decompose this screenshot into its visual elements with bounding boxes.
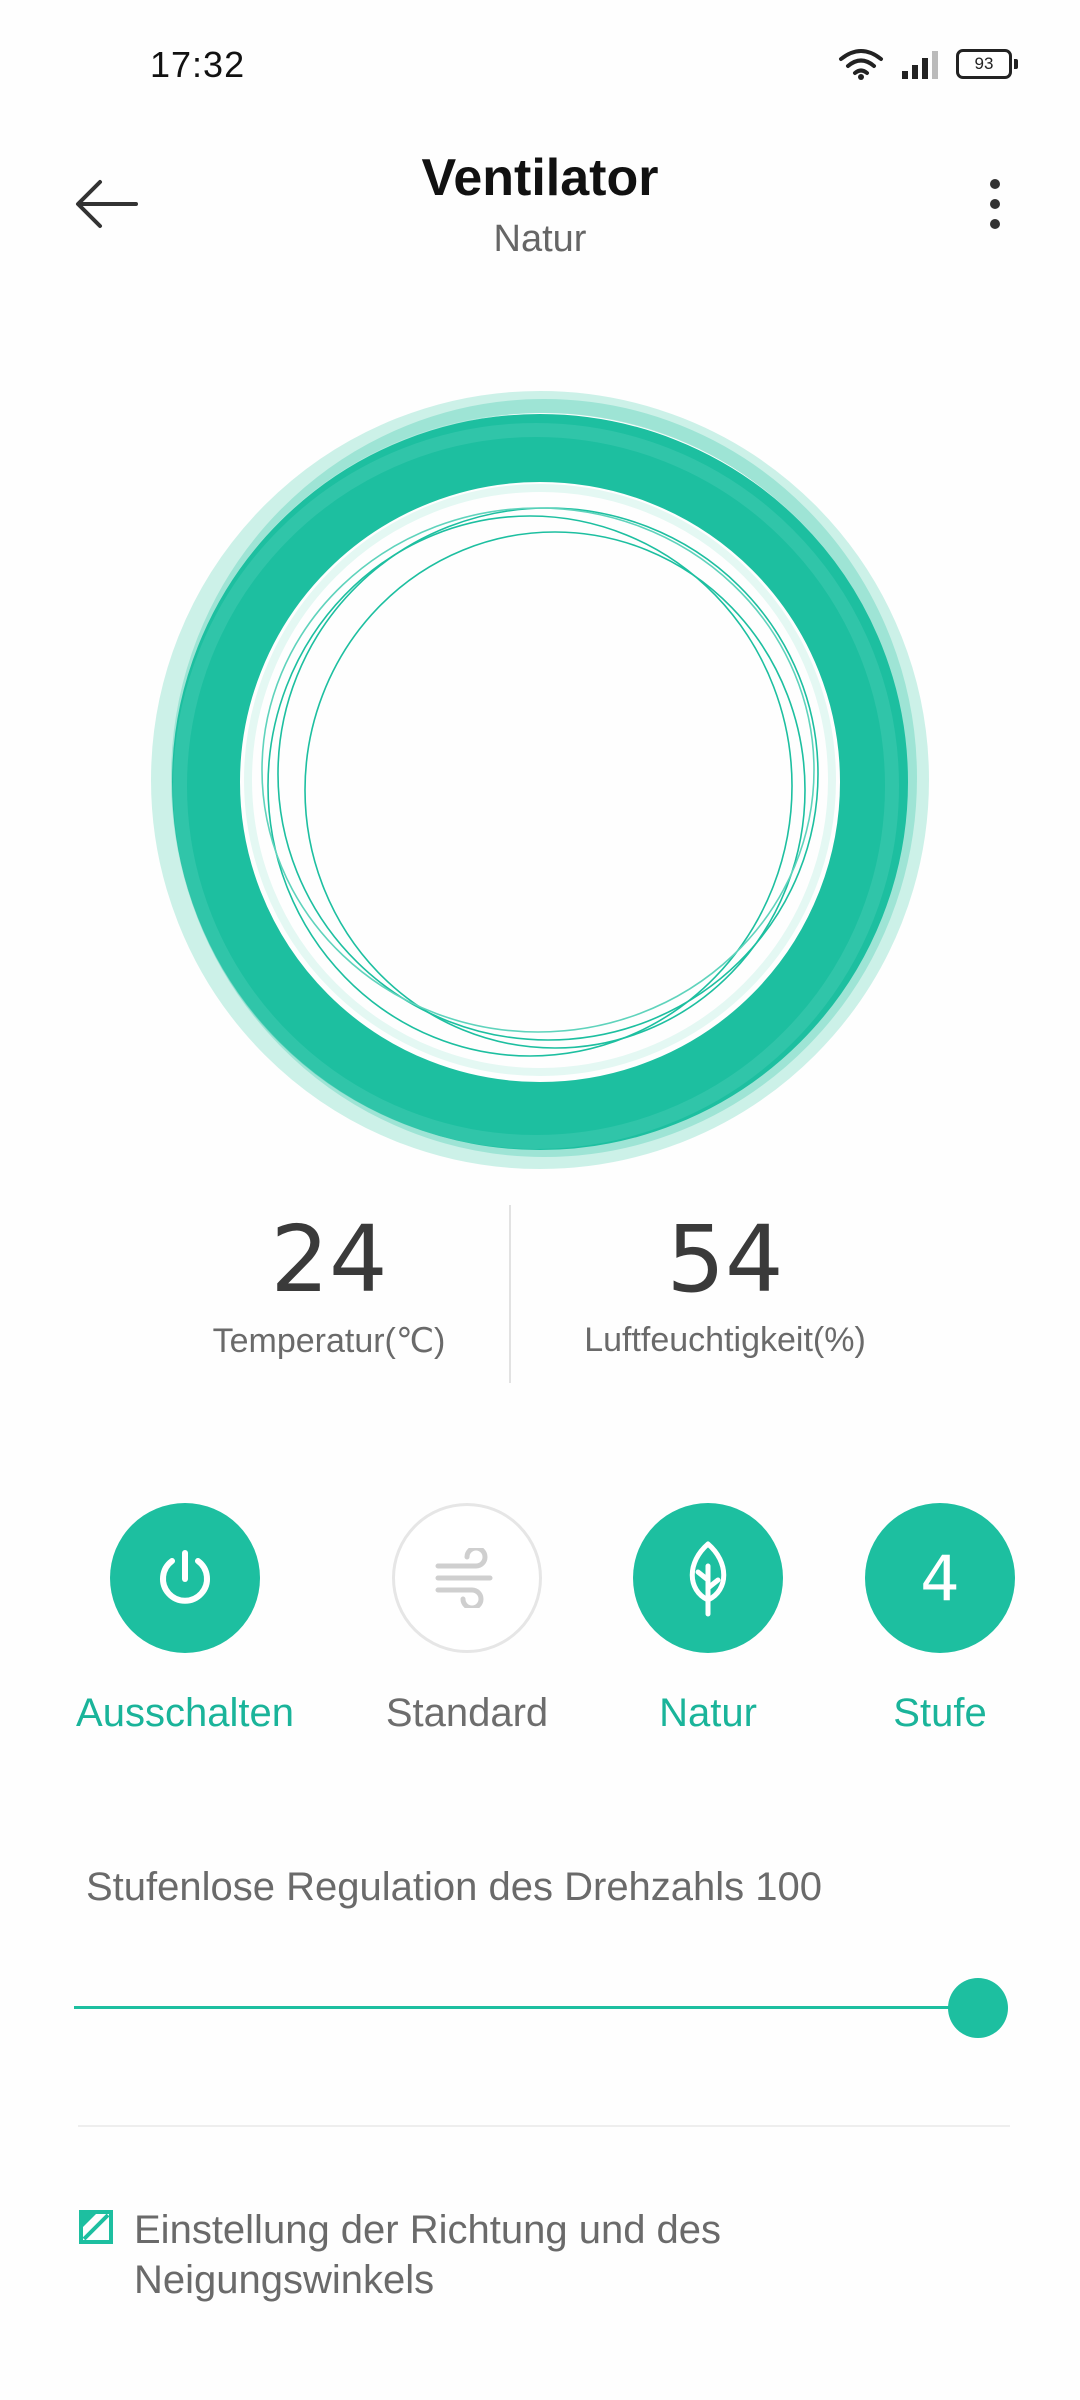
mode-label-standard: Standard: [385, 1691, 549, 1735]
section-divider: [78, 2125, 1010, 2127]
mode-standard[interactable]: Standard: [337, 1503, 597, 1736]
leaf-icon: [689, 1541, 727, 1617]
power-icon: [160, 1550, 210, 1604]
fan-control-screen: 17:32 93 Ventilator Natur 24 Temperatur(…: [0, 0, 1080, 2400]
battery-level: 93: [974, 54, 994, 73]
mode-natur[interactable]: Natur: [578, 1503, 838, 1736]
wifi-icon: [839, 49, 883, 80]
mode-label-natur: Natur: [659, 1691, 757, 1735]
battery-icon: 93: [956, 49, 1018, 79]
mode-stufe[interactable]: 4 Stufe: [810, 1503, 1070, 1736]
status-time: 17:32: [150, 44, 246, 85]
mode-label-ausschalten: Ausschalten: [76, 1691, 294, 1735]
direction-angle-icon: [79, 2210, 113, 2244]
page-title: Ventilator: [421, 149, 659, 207]
slider-fill: [74, 2006, 978, 2009]
temperature-value: 24: [270, 1206, 388, 1313]
speed-slider-label: Stufenlose Regulation des Drehzahls 100: [86, 1865, 823, 1909]
more-options-button[interactable]: [970, 172, 1020, 236]
slider-thumb[interactable]: [948, 1978, 1008, 2038]
readings-divider: [509, 1205, 511, 1383]
status-icons: 93: [838, 48, 1018, 80]
page-subtitle: Natur: [493, 218, 587, 260]
humidity-value: 54: [666, 1206, 784, 1313]
more-vertical-icon: [990, 179, 1000, 229]
humidity-label: Luftfeuchtigkeit(%): [584, 1321, 866, 1359]
speed-slider[interactable]: [74, 1978, 1008, 2038]
power-button[interactable]: [110, 1503, 260, 1653]
cellular-signal-icon: [902, 51, 938, 79]
mode-label-stufe: Stufe: [893, 1691, 987, 1735]
wind-icon: [435, 1548, 493, 1608]
natur-button[interactable]: [633, 1503, 783, 1653]
mode-ausschalten[interactable]: Ausschalten: [55, 1503, 315, 1736]
stufe-button[interactable]: 4: [865, 1503, 1015, 1653]
humidity-reading: 54 Luftfeuchtigkeit(%): [545, 1205, 905, 1360]
standard-button[interactable]: [392, 1503, 542, 1653]
fan-ring-animation: [151, 391, 929, 1169]
temperature-reading: 24 Temperatur(℃): [149, 1205, 509, 1361]
status-bar: 17:32 93: [0, 0, 1080, 130]
direction-setting-label: Einstellung der Richtung und des Neigung…: [134, 2208, 722, 2302]
level-value: 4: [920, 1541, 960, 1615]
temperature-label: Temperatur(℃): [212, 1322, 446, 1360]
